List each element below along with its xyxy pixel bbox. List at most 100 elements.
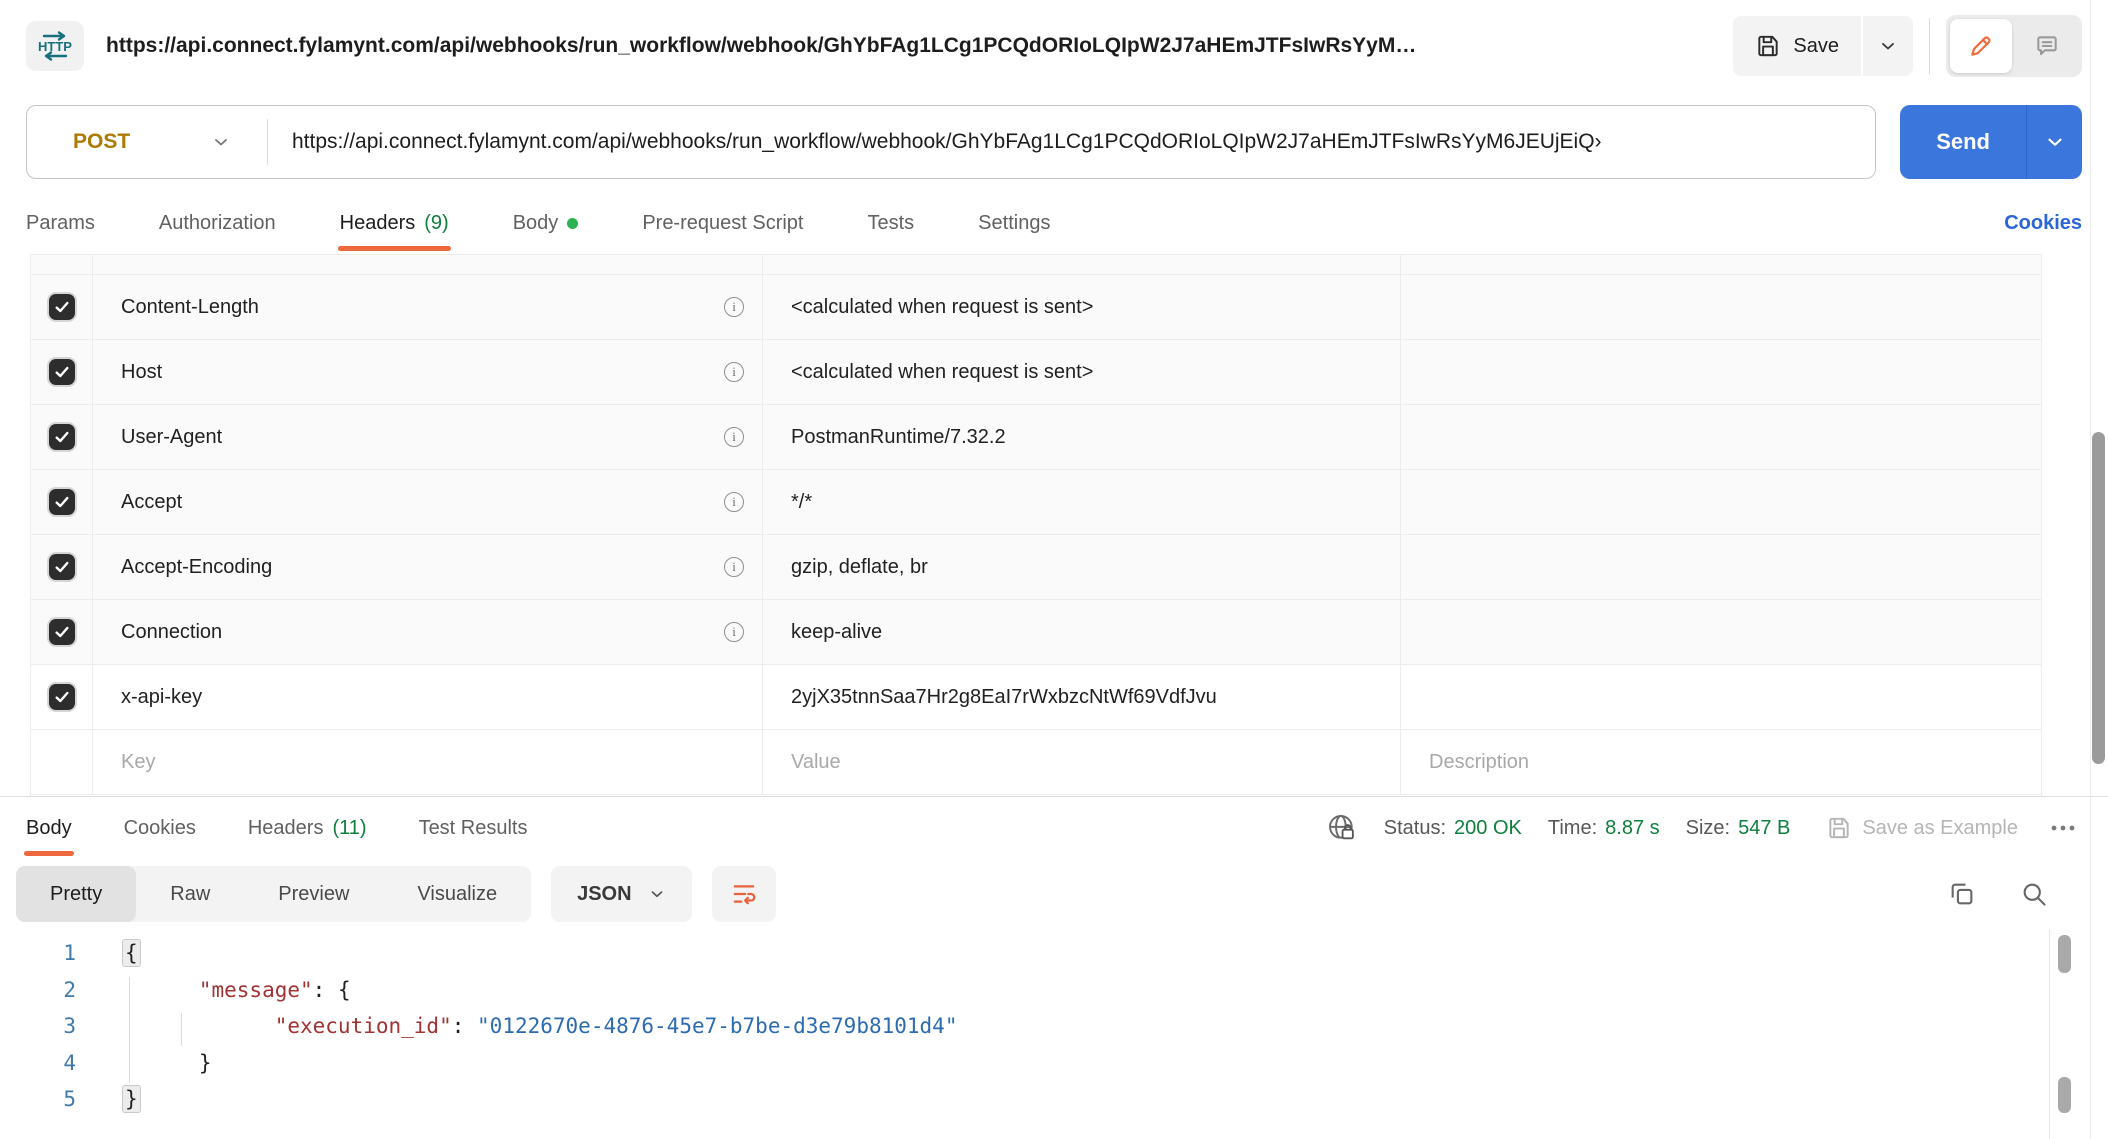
fold-marker[interactable]: { [123,940,140,966]
view-tab-visualize[interactable]: Visualize [383,866,531,922]
editor-scrollbar-thumb[interactable] [2058,935,2071,973]
header-key-cell[interactable]: Connection i [93,600,763,664]
header-description-cell[interactable] [1401,600,2041,664]
view-tab-preview[interactable]: Preview [244,866,383,922]
header-value-cell[interactable]: PostmanRuntime/7.32.2 [763,405,1401,469]
network-globe-icon[interactable] [1326,812,1358,844]
header-key-cell[interactable]: Accepti [93,470,763,534]
save-as-example-button[interactable]: Save as Example [1826,815,2018,841]
send-button[interactable]: Send [1900,105,2026,179]
header-key-cell[interactable] [93,255,763,274]
header-key: User-Agent [121,426,222,449]
header-key-cell[interactable]: User-Agent i [93,405,763,469]
response-body-editor[interactable]: 1{2 "message": {3 "execution_id": "01226… [0,929,2108,1139]
url-box: POST [26,105,1876,179]
url-input[interactable] [268,106,1875,178]
response-status: Status: 200 OK [1384,817,1522,840]
header-checkbox[interactable] [49,294,75,320]
tab-headers[interactable]: Headers(9) [340,192,449,254]
info-icon[interactable]: i [724,622,744,642]
info-icon[interactable]: i [724,362,744,382]
header-key: Content-Length [121,296,259,319]
tab-pre-request-script[interactable]: Pre-request Script [642,192,803,254]
code-token: "execution_id" [275,1014,452,1038]
header-description-cell[interactable] [1401,340,2041,404]
tab-body[interactable]: Body [513,192,579,254]
header-checkbox[interactable] [49,489,75,515]
header-value-cell[interactable]: gzip, deflate, br [763,535,1401,599]
indent-guide [181,1013,182,1046]
send-options-button[interactable] [2026,105,2082,179]
header-key-cell[interactable]: Hosti [93,340,763,404]
fold-marker[interactable]: } [123,1086,140,1112]
response-tab-test-results[interactable]: Test Results [419,797,528,859]
code-token [123,978,199,1002]
header-key-cell[interactable]: Accept-Encodingi [93,535,763,599]
response-more-options-button[interactable] [2044,823,2082,833]
comments-button[interactable] [2016,19,2078,73]
edit-documentation-button[interactable] [1950,19,2012,73]
line-number: 5 [0,1087,76,1111]
search-response-button[interactable] [2020,880,2048,908]
header-description-cell[interactable]: Description [1401,730,2041,794]
header-description-cell[interactable] [1401,470,2041,534]
header-value-cell[interactable]: */* [763,470,1401,534]
tab-headers-label: Headers [340,212,416,235]
header-key: Connection [121,621,222,644]
request-tabs-bar: Params Authorization Headers(9) Body Pre-req… [0,192,2108,254]
header-value-cell[interactable]: <calculated when request is sent> [763,340,1401,404]
header-value-cell[interactable] [763,255,1401,274]
tab-tests[interactable]: Tests [867,192,914,254]
header-checkbox-cell [31,340,93,404]
header-checkbox[interactable] [49,619,75,645]
tab-settings[interactable]: Settings [978,192,1050,254]
format-selector[interactable]: JSON [551,866,691,922]
window-scrollbar-thumb[interactable] [2092,432,2105,764]
header-checkbox[interactable] [49,424,75,450]
header-row: x-api-key2yjX35tnnSaa7Hr2g8EaI7rWxbzcNtW… [31,665,2041,730]
line-number: 1 [0,941,76,965]
code-text: } [76,1051,212,1075]
header-value: <calculated when request is sent> [791,361,1093,384]
tab-params[interactable]: Params [26,192,95,254]
response-tab-cookies[interactable]: Cookies [124,797,196,859]
header-key-cell[interactable]: Content-Length i [93,275,763,339]
copy-response-button[interactable] [1948,880,1976,908]
header-value-cell[interactable]: 2yjX35tnnSaa7Hr2g8EaI7rWxbzcNtWf69VdfJvu [763,665,1401,729]
header-checkbox[interactable] [49,554,75,580]
chevron-down-icon [648,885,666,903]
save-options-button[interactable] [1863,16,1913,76]
header-value-cell[interactable]: <calculated when request is sent> [763,275,1401,339]
response-tab-body[interactable]: Body [26,797,72,859]
header-value-cell[interactable]: Value [763,730,1401,794]
request-tabs: Params Authorization Headers(9) Body Pre-req… [26,192,1050,254]
info-icon[interactable]: i [724,297,744,317]
header-checkbox[interactable] [49,359,75,385]
save-button[interactable]: Save [1733,16,1861,76]
cookies-link[interactable]: Cookies [2004,212,2082,235]
header-description-cell[interactable] [1401,535,2041,599]
response-tab-headers[interactable]: Headers(11) [248,797,367,859]
tab-authorization[interactable]: Authorization [159,192,276,254]
top-bar: HTTP https://api.connect.fylamynt.com/ap… [0,0,2108,92]
postman-app: { "colors": { "accent_orange": "#ee683e"… [0,0,2108,1139]
view-tab-pretty[interactable]: Pretty [16,866,136,922]
header-key-cell[interactable]: x-api-key [93,665,763,729]
info-icon[interactable]: i [724,427,744,447]
header-key-cell[interactable]: Key [93,730,763,794]
header-description-cell[interactable] [1401,665,2041,729]
indent-guide [129,977,130,1083]
header-checkbox[interactable] [49,684,75,710]
header-description-cell[interactable] [1401,255,2041,274]
wrap-text-button[interactable] [712,866,776,922]
editor-scrollbar-thumb[interactable] [2058,1077,2071,1113]
method-selector[interactable]: POST [27,106,267,178]
tab-params-label: Params [26,212,95,235]
info-icon[interactable]: i [724,557,744,577]
view-tab-raw[interactable]: Raw [136,866,244,922]
header-description-cell[interactable] [1401,275,2041,339]
header-value-cell[interactable]: keep-alive [763,600,1401,664]
response-time: Time: 8.87 s [1548,817,1660,840]
info-icon[interactable]: i [724,492,744,512]
header-description-cell[interactable] [1401,405,2041,469]
